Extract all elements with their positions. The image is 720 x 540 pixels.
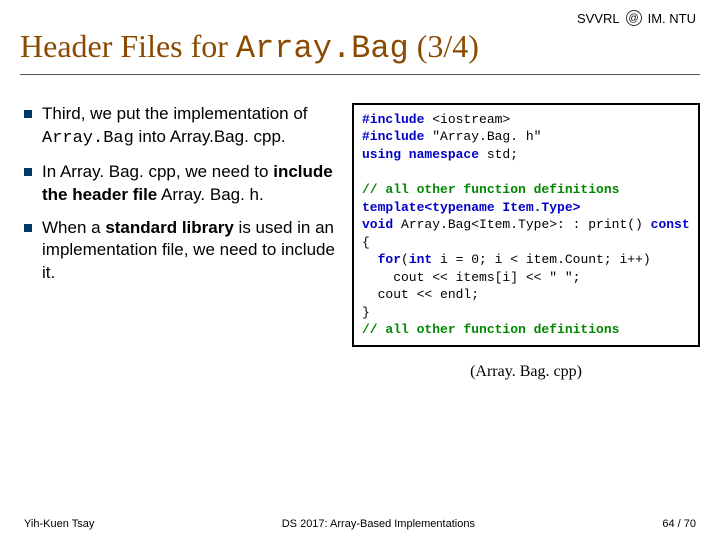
title-divider (20, 74, 700, 75)
code-kw: void (362, 217, 401, 232)
code-text: cout << items[i] << " "; (362, 270, 580, 285)
footer: Yih-Kuen Tsay DS 2017: Array-Based Imple… (20, 518, 700, 532)
code-kw: template<typename Item.Type> (362, 200, 580, 215)
dept-label: IM. NTU (648, 11, 696, 26)
footer-page: 64 / 70 (662, 518, 696, 530)
page-title: Header Files for Array.Bag (3/4) (20, 28, 700, 68)
list-item: When a standard library is used in an im… (20, 217, 340, 286)
code-comment: // all other function definitions (362, 322, 619, 337)
code-text: } (362, 305, 370, 320)
code-box: #include <iostream> #include "Array.Bag.… (352, 103, 700, 347)
bullet-list: Third, we put the implementation of Arra… (20, 103, 340, 286)
at-icon: @ (626, 10, 642, 26)
code-kw: #include (362, 129, 432, 144)
bullet-bold: standard library (105, 218, 234, 237)
code-text: cout << endl; (362, 287, 479, 302)
footer-author: Yih-Kuen Tsay (24, 518, 94, 530)
bullet-text: When a (42, 218, 105, 237)
code-text: ( (401, 252, 409, 267)
code-caption: (Array. Bag. cpp) (470, 363, 582, 381)
code-kw: using namespace (362, 147, 487, 162)
list-item: Third, we put the implementation of Arra… (20, 103, 340, 151)
code-text: i = 0; i < item.Count; i++) (440, 252, 651, 267)
bullet-code: Array.Bag (42, 129, 134, 148)
top-bar: SVVRL @ IM. NTU (20, 10, 700, 26)
slide: SVVRL @ IM. NTU Header Files for Array.B… (0, 0, 720, 540)
code-column: #include <iostream> #include "Array.Bag.… (352, 103, 700, 518)
code-text: Array.Bag<Item.Type>: : print() (401, 217, 651, 232)
code-text: "Array.Bag. h" (432, 129, 541, 144)
code-kw: #include (362, 112, 432, 127)
code-kw: for (362, 252, 401, 267)
org-label: SVVRL (577, 11, 620, 26)
code-text: std; (487, 147, 518, 162)
footer-course: DS 2017: Array-Based Implementations (282, 518, 475, 530)
code-text: <iostream> (432, 112, 510, 127)
code-text: { (362, 235, 370, 250)
bullet-text: In Array. Bag. cpp, we need to (42, 162, 273, 181)
list-item: In Array. Bag. cpp, we need to include t… (20, 161, 340, 207)
bullet-column: Third, we put the implementation of Arra… (20, 103, 340, 518)
code-kw: const (651, 217, 690, 232)
title-prefix: Header Files for (20, 28, 236, 64)
code-comment: // all other function definitions (362, 182, 619, 197)
bullet-text: into Array.Bag. cpp. (134, 127, 286, 146)
code-kw: int (409, 252, 440, 267)
bullet-text: Third, we put the implementation of (42, 104, 308, 123)
bullet-text: Array. Bag. h. (157, 185, 263, 204)
title-suffix: (3/4) (409, 28, 479, 64)
title-code: Array.Bag (236, 30, 409, 67)
content-row: Third, we put the implementation of Arra… (20, 103, 700, 518)
